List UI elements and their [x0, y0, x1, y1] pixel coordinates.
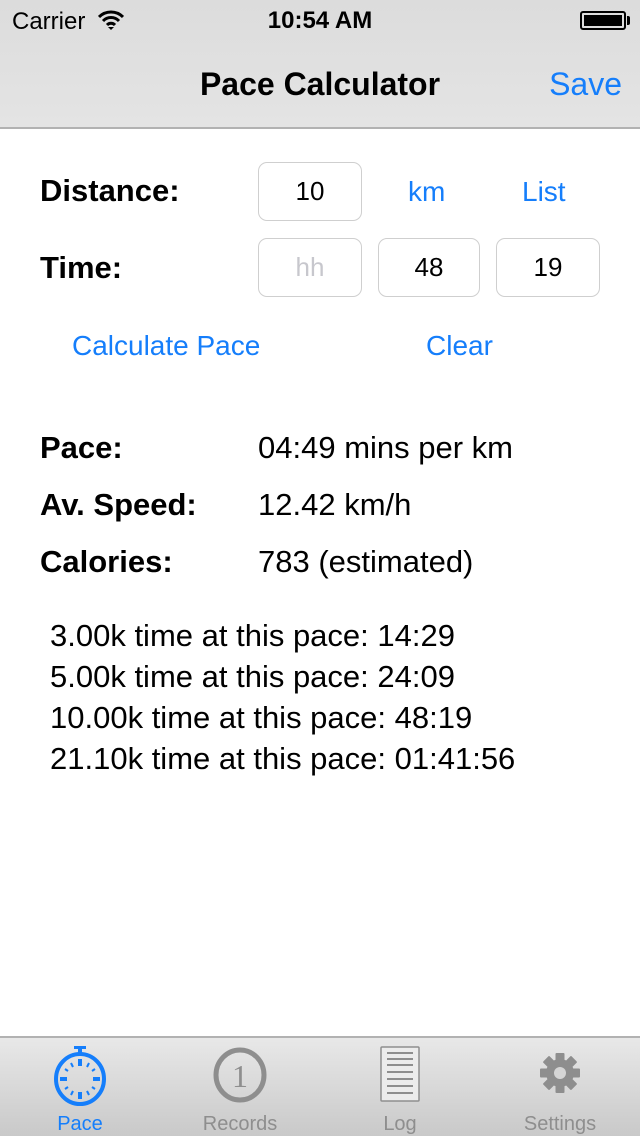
unit-button[interactable]: km — [408, 176, 445, 208]
hours-input[interactable] — [258, 238, 362, 297]
tab-label: Log — [383, 1113, 417, 1135]
save-button[interactable]: Save — [549, 66, 622, 103]
gear-icon — [540, 1053, 580, 1093]
page-title: Pace Calculator — [199, 66, 441, 102]
tab-records[interactable]: 1 Records — [160, 1038, 320, 1136]
seconds-input[interactable] — [496, 238, 600, 297]
tab-settings[interactable]: Settings — [480, 1038, 640, 1136]
split-times-list: 3.00k time at this pace: 14:29 5.00k tim… — [50, 615, 515, 779]
tab-bar: Pace 1 Records Log Settings — [0, 1036, 640, 1136]
split-time-item: 10.00k time at this pace: 48:19 — [50, 700, 473, 735]
navigation-header: Carrier 10:54 AM Pace Calculator Save — [0, 0, 640, 129]
pace-value: 04:49 mins per km — [258, 430, 513, 465]
split-time-item: 5.00k time at this pace: 24:09 — [50, 659, 455, 694]
tab-label: Settings — [523, 1113, 597, 1135]
tab-pace[interactable]: Pace — [0, 1038, 160, 1136]
stopwatch-icon — [54, 1046, 106, 1106]
svg-text:1: 1 — [232, 1058, 248, 1094]
distance-input[interactable] — [258, 162, 362, 221]
tab-label: Pace — [57, 1113, 103, 1135]
status-bar: Carrier 10:54 AM — [0, 0, 640, 40]
pace-label: Pace: — [40, 430, 123, 465]
distance-label: Distance: — [40, 173, 180, 208]
list-button[interactable]: List — [522, 176, 566, 208]
calories-value: 783 (estimated) — [258, 544, 474, 579]
battery-icon — [580, 11, 626, 30]
tab-log[interactable]: Log — [320, 1038, 480, 1136]
tab-label: Records — [202, 1113, 278, 1135]
speed-label: Av. Speed: — [40, 487, 197, 522]
battery-tip — [627, 16, 630, 25]
time-label: Time: — [40, 250, 123, 285]
minutes-input[interactable] — [378, 238, 480, 297]
clear-button[interactable]: Clear — [426, 330, 493, 362]
calories-label: Calories: — [40, 544, 173, 579]
record-one-icon: 1 — [213, 1047, 267, 1103]
split-time-item: 21.10k time at this pace: 01:41:56 — [50, 741, 516, 776]
status-time: 10:54 AM — [267, 7, 373, 34]
speed-value: 12.42 km/h — [258, 487, 412, 522]
log-list-icon — [380, 1046, 420, 1102]
split-time-item: 3.00k time at this pace: 14:29 — [50, 618, 455, 653]
calculate-pace-button[interactable]: Calculate Pace — [72, 330, 260, 362]
